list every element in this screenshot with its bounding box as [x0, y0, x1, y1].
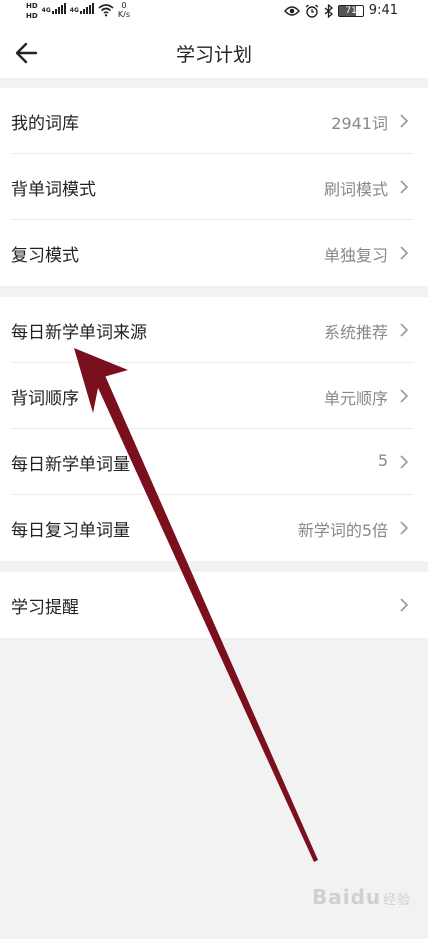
- setting-row-memorize-mode[interactable]: 背单词模式 刷词模式: [0, 154, 428, 220]
- setting-value: 2941词: [331, 114, 388, 133]
- setting-row-word-bank[interactable]: 我的词库 2941词: [0, 88, 428, 154]
- status-right: 71 9:41: [284, 3, 398, 18]
- chevron-right-icon: [400, 455, 409, 469]
- setting-row-word-order[interactable]: 背词顺序 单元顺序: [0, 363, 428, 429]
- page-title: 学习计划: [175, 44, 252, 66]
- setting-value: 5: [377, 451, 388, 470]
- status-bar: HD HD 4G 4G 0 K/s 71 9:41: [0, 0, 428, 26]
- chevron-right-icon: [400, 180, 409, 194]
- chevron-right-icon: [400, 323, 409, 337]
- setting-label: 我的词库: [11, 114, 79, 134]
- status-left: HD HD 4G 4G 0 K/s: [26, 0, 130, 26]
- setting-label: 每日新学单词来源: [11, 323, 147, 343]
- setting-row-review-mode[interactable]: 复习模式 单独复习: [0, 220, 428, 286]
- speed-value: 0: [121, 1, 127, 10]
- app-header: 学习计划: [0, 26, 428, 78]
- setting-value: 刷词模式: [323, 180, 388, 199]
- chevron-right-icon: [400, 389, 409, 403]
- hd-label-2: HD: [26, 12, 38, 20]
- signal-icon-2: 4G: [70, 3, 94, 14]
- setting-label: 复习模式: [11, 246, 79, 266]
- setting-value: 系统推荐: [323, 323, 388, 342]
- setting-label: 每日复习单词量: [11, 521, 130, 541]
- setting-label: 每日新学单词量: [11, 455, 130, 475]
- wifi-icon: [98, 4, 114, 17]
- network-type-1: 4G: [41, 7, 51, 14]
- hd-indicator: HD HD: [26, 1, 38, 21]
- chevron-right-icon: [400, 114, 409, 128]
- alarm-icon: [305, 3, 319, 18]
- bluetooth-icon: [324, 3, 334, 18]
- setting-label: 学习提醒: [11, 598, 79, 618]
- eye-icon: [284, 5, 301, 16]
- settings-group-2: 每日新学单词来源 系统推荐 背词顺序 单元顺序 每日新学单词量 5 每日复习单词…: [0, 297, 428, 561]
- network-type-2: 4G: [69, 7, 79, 14]
- settings-group-1: 我的词库 2941词 背单词模式 刷词模式 复习模式 单独复习: [0, 88, 428, 286]
- setting-value: 新学词的5倍: [297, 521, 388, 540]
- battery-icon: 71: [338, 4, 364, 17]
- settings-group-3: 学习提醒: [0, 572, 428, 638]
- chevron-right-icon: [400, 521, 409, 535]
- network-speed: 0 K/s: [118, 1, 130, 19]
- battery-level: 71: [345, 5, 357, 16]
- watermark-text: Baidu: [312, 885, 382, 909]
- setting-value: 单元顺序: [323, 389, 388, 408]
- setting-label: 背单词模式: [11, 180, 96, 200]
- status-time: 9:41: [368, 3, 398, 18]
- setting-row-daily-new-count[interactable]: 每日新学单词量 5: [0, 429, 428, 495]
- chevron-right-icon: [400, 598, 409, 612]
- setting-row-new-word-source[interactable]: 每日新学单词来源 系统推荐: [0, 297, 428, 363]
- setting-value: 单独复习: [323, 246, 388, 265]
- signal-icon-1: 4G: [42, 3, 66, 14]
- hd-label-1: HD: [26, 2, 38, 10]
- watermark-sub: 经验: [383, 893, 412, 908]
- setting-row-daily-review-count[interactable]: 每日复习单词量 新学词的5倍: [0, 495, 428, 561]
- setting-label: 背词顺序: [11, 389, 79, 409]
- setting-row-study-reminder[interactable]: 学习提醒: [0, 572, 428, 638]
- chevron-right-icon: [400, 246, 409, 260]
- baidu-watermark: Baidu 经验: [312, 885, 411, 909]
- speed-unit: K/s: [117, 10, 130, 19]
